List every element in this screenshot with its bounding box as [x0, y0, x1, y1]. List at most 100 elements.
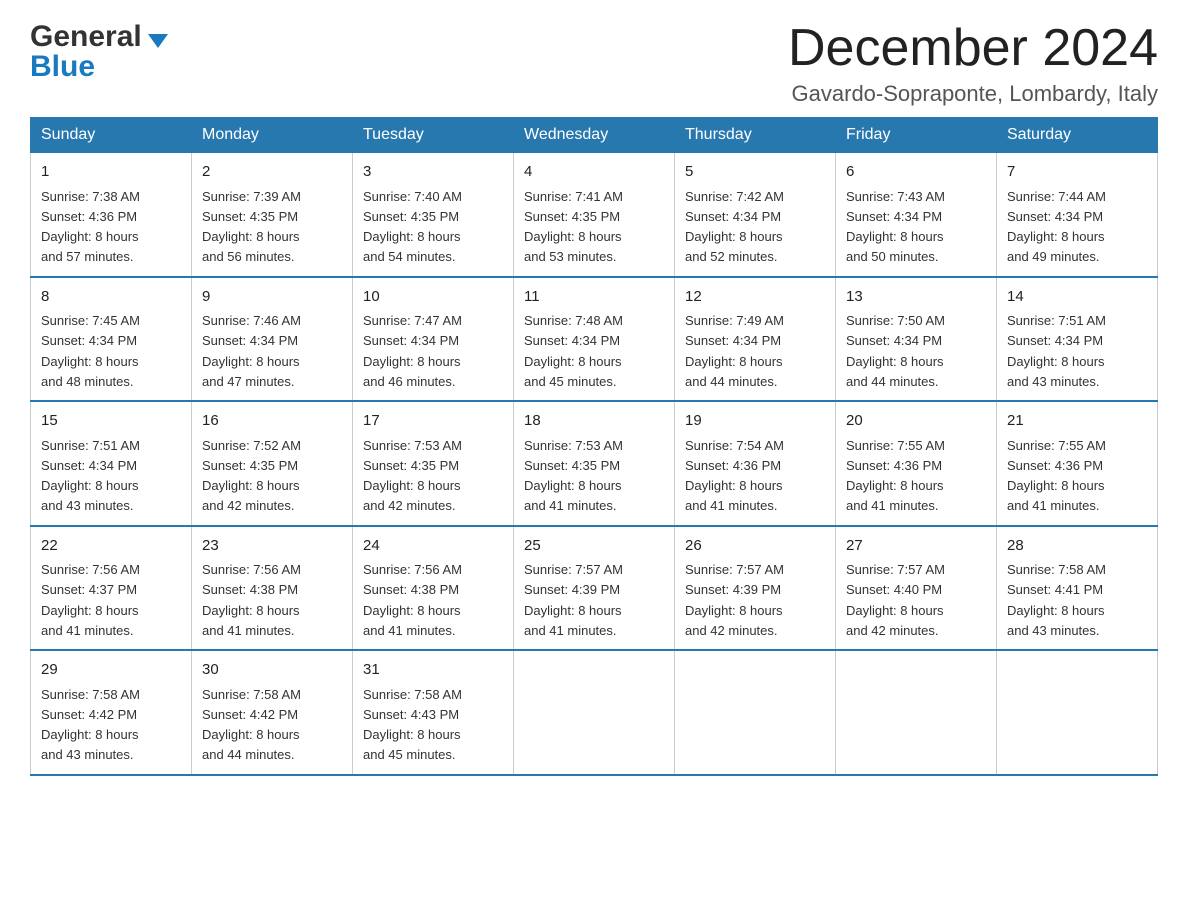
week-row-2: 8 Sunrise: 7:45 AMSunset: 4:34 PMDayligh… — [31, 277, 1158, 402]
day-info: Sunrise: 7:56 AMSunset: 4:37 PMDaylight:… — [41, 562, 140, 638]
day-number: 15 — [41, 410, 181, 433]
page-header: General Blue December 2024 Gavardo-Sopra… — [30, 20, 1158, 107]
day-cell: 4 Sunrise: 7:41 AMSunset: 4:35 PMDayligh… — [514, 153, 675, 277]
day-info: Sunrise: 7:57 AMSunset: 4:39 PMDaylight:… — [685, 562, 784, 638]
day-info: Sunrise: 7:49 AMSunset: 4:34 PMDaylight:… — [685, 313, 784, 389]
day-info: Sunrise: 7:57 AMSunset: 4:39 PMDaylight:… — [524, 562, 623, 638]
day-info: Sunrise: 7:55 AMSunset: 4:36 PMDaylight:… — [846, 438, 945, 514]
day-info: Sunrise: 7:40 AMSunset: 4:35 PMDaylight:… — [363, 189, 462, 265]
header-day-monday: Monday — [192, 118, 353, 153]
day-info: Sunrise: 7:38 AMSunset: 4:36 PMDaylight:… — [41, 189, 140, 265]
day-cell: 24 Sunrise: 7:56 AMSunset: 4:38 PMDaylig… — [353, 526, 514, 651]
week-row-1: 1 Sunrise: 7:38 AMSunset: 4:36 PMDayligh… — [31, 153, 1158, 277]
day-cell: 9 Sunrise: 7:46 AMSunset: 4:34 PMDayligh… — [192, 277, 353, 402]
day-cell — [675, 650, 836, 775]
day-info: Sunrise: 7:41 AMSunset: 4:35 PMDaylight:… — [524, 189, 623, 265]
day-cell: 2 Sunrise: 7:39 AMSunset: 4:35 PMDayligh… — [192, 153, 353, 277]
logo-blue-text: Blue — [30, 50, 95, 84]
day-number: 5 — [685, 161, 825, 184]
day-info: Sunrise: 7:39 AMSunset: 4:35 PMDaylight:… — [202, 189, 301, 265]
day-number: 19 — [685, 410, 825, 433]
header-day-saturday: Saturday — [997, 118, 1158, 153]
day-info: Sunrise: 7:48 AMSunset: 4:34 PMDaylight:… — [524, 313, 623, 389]
title-section: December 2024 Gavardo-Sopraponte, Lombar… — [788, 20, 1158, 107]
day-cell: 19 Sunrise: 7:54 AMSunset: 4:36 PMDaylig… — [675, 401, 836, 526]
day-cell: 8 Sunrise: 7:45 AMSunset: 4:34 PMDayligh… — [31, 277, 192, 402]
calendar-table: SundayMondayTuesdayWednesdayThursdayFrid… — [30, 117, 1158, 776]
day-info: Sunrise: 7:53 AMSunset: 4:35 PMDaylight:… — [363, 438, 462, 514]
day-number: 12 — [685, 286, 825, 309]
day-cell: 14 Sunrise: 7:51 AMSunset: 4:34 PMDaylig… — [997, 277, 1158, 402]
day-number: 24 — [363, 535, 503, 558]
day-cell — [836, 650, 997, 775]
day-number: 6 — [846, 161, 986, 184]
day-number: 3 — [363, 161, 503, 184]
day-number: 27 — [846, 535, 986, 558]
day-cell: 23 Sunrise: 7:56 AMSunset: 4:38 PMDaylig… — [192, 526, 353, 651]
week-row-5: 29 Sunrise: 7:58 AMSunset: 4:42 PMDaylig… — [31, 650, 1158, 775]
day-number: 29 — [41, 659, 181, 682]
header-day-tuesday: Tuesday — [353, 118, 514, 153]
day-info: Sunrise: 7:56 AMSunset: 4:38 PMDaylight:… — [202, 562, 301, 638]
day-number: 18 — [524, 410, 664, 433]
day-info: Sunrise: 7:53 AMSunset: 4:35 PMDaylight:… — [524, 438, 623, 514]
day-cell: 29 Sunrise: 7:58 AMSunset: 4:42 PMDaylig… — [31, 650, 192, 775]
day-cell: 1 Sunrise: 7:38 AMSunset: 4:36 PMDayligh… — [31, 153, 192, 277]
day-number: 10 — [363, 286, 503, 309]
day-cell: 3 Sunrise: 7:40 AMSunset: 4:35 PMDayligh… — [353, 153, 514, 277]
day-number: 8 — [41, 286, 181, 309]
day-info: Sunrise: 7:45 AMSunset: 4:34 PMDaylight:… — [41, 313, 140, 389]
day-cell — [514, 650, 675, 775]
week-row-4: 22 Sunrise: 7:56 AMSunset: 4:37 PMDaylig… — [31, 526, 1158, 651]
day-number: 4 — [524, 161, 664, 184]
day-number: 9 — [202, 286, 342, 309]
header-day-sunday: Sunday — [31, 118, 192, 153]
day-cell: 12 Sunrise: 7:49 AMSunset: 4:34 PMDaylig… — [675, 277, 836, 402]
day-cell: 21 Sunrise: 7:55 AMSunset: 4:36 PMDaylig… — [997, 401, 1158, 526]
day-info: Sunrise: 7:51 AMSunset: 4:34 PMDaylight:… — [1007, 313, 1106, 389]
day-number: 31 — [363, 659, 503, 682]
day-number: 1 — [41, 161, 181, 184]
day-number: 30 — [202, 659, 342, 682]
logo-general-text: General — [30, 20, 142, 54]
day-cell: 26 Sunrise: 7:57 AMSunset: 4:39 PMDaylig… — [675, 526, 836, 651]
day-number: 28 — [1007, 535, 1147, 558]
header-day-wednesday: Wednesday — [514, 118, 675, 153]
day-number: 11 — [524, 286, 664, 309]
day-number: 13 — [846, 286, 986, 309]
week-row-3: 15 Sunrise: 7:51 AMSunset: 4:34 PMDaylig… — [31, 401, 1158, 526]
day-cell: 7 Sunrise: 7:44 AMSunset: 4:34 PMDayligh… — [997, 153, 1158, 277]
day-number: 14 — [1007, 286, 1147, 309]
day-info: Sunrise: 7:58 AMSunset: 4:41 PMDaylight:… — [1007, 562, 1106, 638]
day-info: Sunrise: 7:51 AMSunset: 4:34 PMDaylight:… — [41, 438, 140, 514]
day-number: 17 — [363, 410, 503, 433]
day-info: Sunrise: 7:52 AMSunset: 4:35 PMDaylight:… — [202, 438, 301, 514]
day-info: Sunrise: 7:56 AMSunset: 4:38 PMDaylight:… — [363, 562, 462, 638]
day-info: Sunrise: 7:57 AMSunset: 4:40 PMDaylight:… — [846, 562, 945, 638]
day-number: 25 — [524, 535, 664, 558]
day-info: Sunrise: 7:54 AMSunset: 4:36 PMDaylight:… — [685, 438, 784, 514]
day-cell: 11 Sunrise: 7:48 AMSunset: 4:34 PMDaylig… — [514, 277, 675, 402]
logo: General Blue — [30, 20, 168, 84]
day-info: Sunrise: 7:55 AMSunset: 4:36 PMDaylight:… — [1007, 438, 1106, 514]
header-day-friday: Friday — [836, 118, 997, 153]
day-number: 22 — [41, 535, 181, 558]
day-cell: 30 Sunrise: 7:58 AMSunset: 4:42 PMDaylig… — [192, 650, 353, 775]
day-cell: 18 Sunrise: 7:53 AMSunset: 4:35 PMDaylig… — [514, 401, 675, 526]
day-cell: 10 Sunrise: 7:47 AMSunset: 4:34 PMDaylig… — [353, 277, 514, 402]
day-cell — [997, 650, 1158, 775]
day-info: Sunrise: 7:42 AMSunset: 4:34 PMDaylight:… — [685, 189, 784, 265]
calendar-header: SundayMondayTuesdayWednesdayThursdayFrid… — [31, 118, 1158, 153]
day-info: Sunrise: 7:50 AMSunset: 4:34 PMDaylight:… — [846, 313, 945, 389]
day-info: Sunrise: 7:58 AMSunset: 4:42 PMDaylight:… — [202, 687, 301, 763]
day-cell: 16 Sunrise: 7:52 AMSunset: 4:35 PMDaylig… — [192, 401, 353, 526]
day-number: 7 — [1007, 161, 1147, 184]
day-info: Sunrise: 7:58 AMSunset: 4:42 PMDaylight:… — [41, 687, 140, 763]
day-number: 2 — [202, 161, 342, 184]
day-cell: 6 Sunrise: 7:43 AMSunset: 4:34 PMDayligh… — [836, 153, 997, 277]
day-info: Sunrise: 7:58 AMSunset: 4:43 PMDaylight:… — [363, 687, 462, 763]
month-title: December 2024 — [788, 20, 1158, 77]
day-number: 26 — [685, 535, 825, 558]
calendar-body: 1 Sunrise: 7:38 AMSunset: 4:36 PMDayligh… — [31, 153, 1158, 775]
day-cell: 17 Sunrise: 7:53 AMSunset: 4:35 PMDaylig… — [353, 401, 514, 526]
